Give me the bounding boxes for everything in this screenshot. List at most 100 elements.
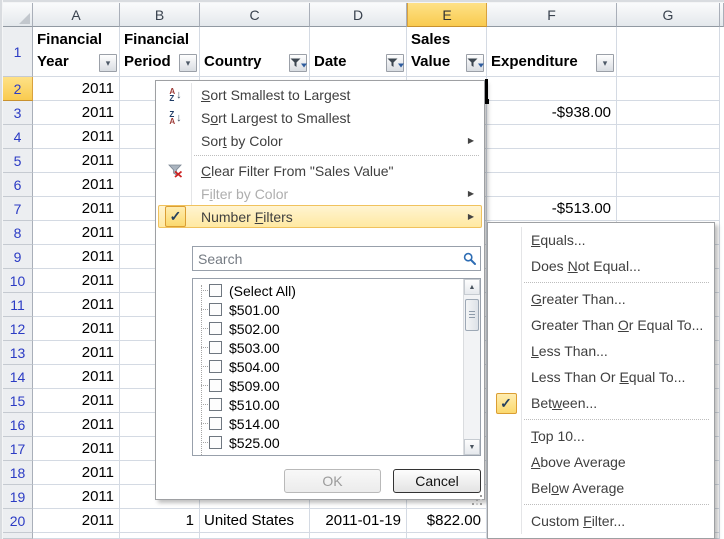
- menu-item-below-average[interactable]: Below Average: [490, 475, 712, 501]
- cell-A14[interactable]: 2011: [33, 365, 120, 389]
- row-header-13[interactable]: 13: [3, 341, 33, 365]
- cell-G6[interactable]: [617, 173, 720, 197]
- cell-A15[interactable]: 2011: [33, 389, 120, 413]
- cell[interactable]: [407, 533, 487, 539]
- menu-item-does-not-equal[interactable]: Does Not Equal...: [490, 253, 712, 279]
- cell[interactable]: [310, 533, 407, 539]
- checkbox[interactable]: [209, 398, 222, 411]
- header-cell-C1[interactable]: Country: [200, 27, 310, 77]
- cell-A2[interactable]: 2011: [33, 77, 120, 101]
- listbox-scrollbar[interactable]: ▲ ▼: [463, 279, 480, 455]
- column-header-C[interactable]: C: [200, 3, 310, 27]
- column-header-F[interactable]: F: [487, 3, 617, 27]
- filter-applied-button[interactable]: [466, 54, 484, 72]
- search-icon[interactable]: [460, 252, 480, 266]
- menu-item-greater-than[interactable]: Greater Than...: [490, 286, 712, 312]
- header-cell-E1[interactable]: Sales Value: [407, 27, 487, 77]
- checkbox[interactable]: [209, 360, 222, 373]
- cell-A16[interactable]: 2011: [33, 413, 120, 437]
- column-header-E[interactable]: E: [407, 3, 487, 27]
- row-header-15[interactable]: 15: [3, 389, 33, 413]
- cell-A11[interactable]: 2011: [33, 293, 120, 317]
- row-header-9[interactable]: 9: [3, 245, 33, 269]
- list-item[interactable]: $503.00: [193, 338, 463, 357]
- cell-A12[interactable]: 2011: [33, 317, 120, 341]
- select-all-corner[interactable]: [3, 3, 33, 27]
- cell-C20[interactable]: United States: [200, 509, 310, 533]
- row-header-20[interactable]: 20: [3, 509, 33, 533]
- checkbox[interactable]: [209, 341, 222, 354]
- menu-item-between[interactable]: ✓Between...: [490, 390, 712, 416]
- row-header-4[interactable]: 4: [3, 125, 33, 149]
- checkbox[interactable]: [209, 436, 222, 449]
- cell-E20[interactable]: $822.00: [407, 509, 487, 533]
- cell-F7[interactable]: -$513.00: [487, 197, 617, 221]
- menu-item-number-filters[interactable]: ✓Number Filters▶: [158, 205, 482, 228]
- row-header-19[interactable]: 19: [3, 485, 33, 509]
- list-item[interactable]: $514.00: [193, 414, 463, 433]
- header-cell-D1[interactable]: Date: [310, 27, 407, 77]
- cell-A17[interactable]: 2011: [33, 437, 120, 461]
- cell-A3[interactable]: 2011: [33, 101, 120, 125]
- filter-applied-button[interactable]: [386, 54, 404, 72]
- cell-D20[interactable]: 2011-01-19: [310, 509, 407, 533]
- cell-F4[interactable]: [487, 125, 617, 149]
- header-cell-A1[interactable]: Financial Year▾: [33, 27, 120, 77]
- cell-A4[interactable]: 2011: [33, 125, 120, 149]
- cell[interactable]: [33, 533, 120, 539]
- filter-applied-button[interactable]: [289, 54, 307, 72]
- list-item[interactable]: $504.00: [193, 357, 463, 376]
- filter-dropdown-button[interactable]: ▾: [179, 54, 197, 72]
- cell-A8[interactable]: 2011: [33, 221, 120, 245]
- row-header-16[interactable]: 16: [3, 413, 33, 437]
- row-header-1[interactable]: 1: [3, 27, 33, 77]
- resize-grip[interactable]: [472, 487, 482, 497]
- header-cell-F1[interactable]: Expenditure▾: [487, 27, 617, 77]
- row-header-10[interactable]: 10: [3, 269, 33, 293]
- row-header-21[interactable]: [3, 533, 33, 539]
- row-header-3[interactable]: 3: [3, 101, 33, 125]
- menu-item-top-10[interactable]: Top 10...: [490, 423, 712, 449]
- list-item[interactable]: (Select All): [193, 281, 463, 300]
- checkbox[interactable]: [209, 379, 222, 392]
- filter-dropdown-button[interactable]: ▾: [99, 54, 117, 72]
- checkbox[interactable]: [209, 284, 222, 297]
- column-header-D[interactable]: D: [310, 3, 407, 27]
- header-cell-B1[interactable]: Financial Period▾: [120, 27, 200, 77]
- cell-F5[interactable]: [487, 149, 617, 173]
- column-header-G[interactable]: G: [617, 3, 720, 27]
- scrollbar-down-button[interactable]: ▼: [464, 439, 480, 455]
- list-item[interactable]: $501.00: [193, 300, 463, 319]
- cell-A19[interactable]: 2011: [33, 485, 120, 509]
- cell[interactable]: [120, 533, 200, 539]
- menu-item-sort-by-color[interactable]: Sort by Color▶: [158, 129, 482, 152]
- list-item[interactable]: $525.00: [193, 433, 463, 452]
- checkbox[interactable]: [209, 322, 222, 335]
- header-cell-G1[interactable]: [617, 27, 720, 77]
- row-header-6[interactable]: 6: [3, 173, 33, 197]
- row-header-8[interactable]: 8: [3, 221, 33, 245]
- menu-item-custom-filter[interactable]: Custom Filter...: [490, 508, 712, 534]
- row-header-5[interactable]: 5: [3, 149, 33, 173]
- list-item[interactable]: $510.00: [193, 395, 463, 414]
- cell-F6[interactable]: [487, 173, 617, 197]
- row-header-17[interactable]: 17: [3, 437, 33, 461]
- checkbox[interactable]: [209, 417, 222, 430]
- cell-G5[interactable]: [617, 149, 720, 173]
- filter-dropdown-button[interactable]: ▾: [596, 54, 614, 72]
- row-header-11[interactable]: 11: [3, 293, 33, 317]
- row-header-18[interactable]: 18: [3, 461, 33, 485]
- cell-A6[interactable]: 2011: [33, 173, 120, 197]
- menu-item-sort-largest-to-smallest[interactable]: ZA↓Sort Largest to Smallest: [158, 106, 482, 129]
- cell-F3[interactable]: -$938.00: [487, 101, 617, 125]
- menu-item-less-than[interactable]: Less Than...: [490, 338, 712, 364]
- menu-item-equals[interactable]: Equals...: [490, 227, 712, 253]
- checkbox[interactable]: [209, 303, 222, 316]
- cell-G7[interactable]: [617, 197, 720, 221]
- cell-A7[interactable]: 2011: [33, 197, 120, 221]
- cancel-button[interactable]: Cancel: [393, 469, 481, 493]
- cell-A13[interactable]: 2011: [33, 341, 120, 365]
- menu-item-sort-smallest-to-largest[interactable]: AZ↓Sort Smallest to Largest: [158, 83, 482, 106]
- cell-G4[interactable]: [617, 125, 720, 149]
- scrollbar-thumb[interactable]: [465, 299, 479, 331]
